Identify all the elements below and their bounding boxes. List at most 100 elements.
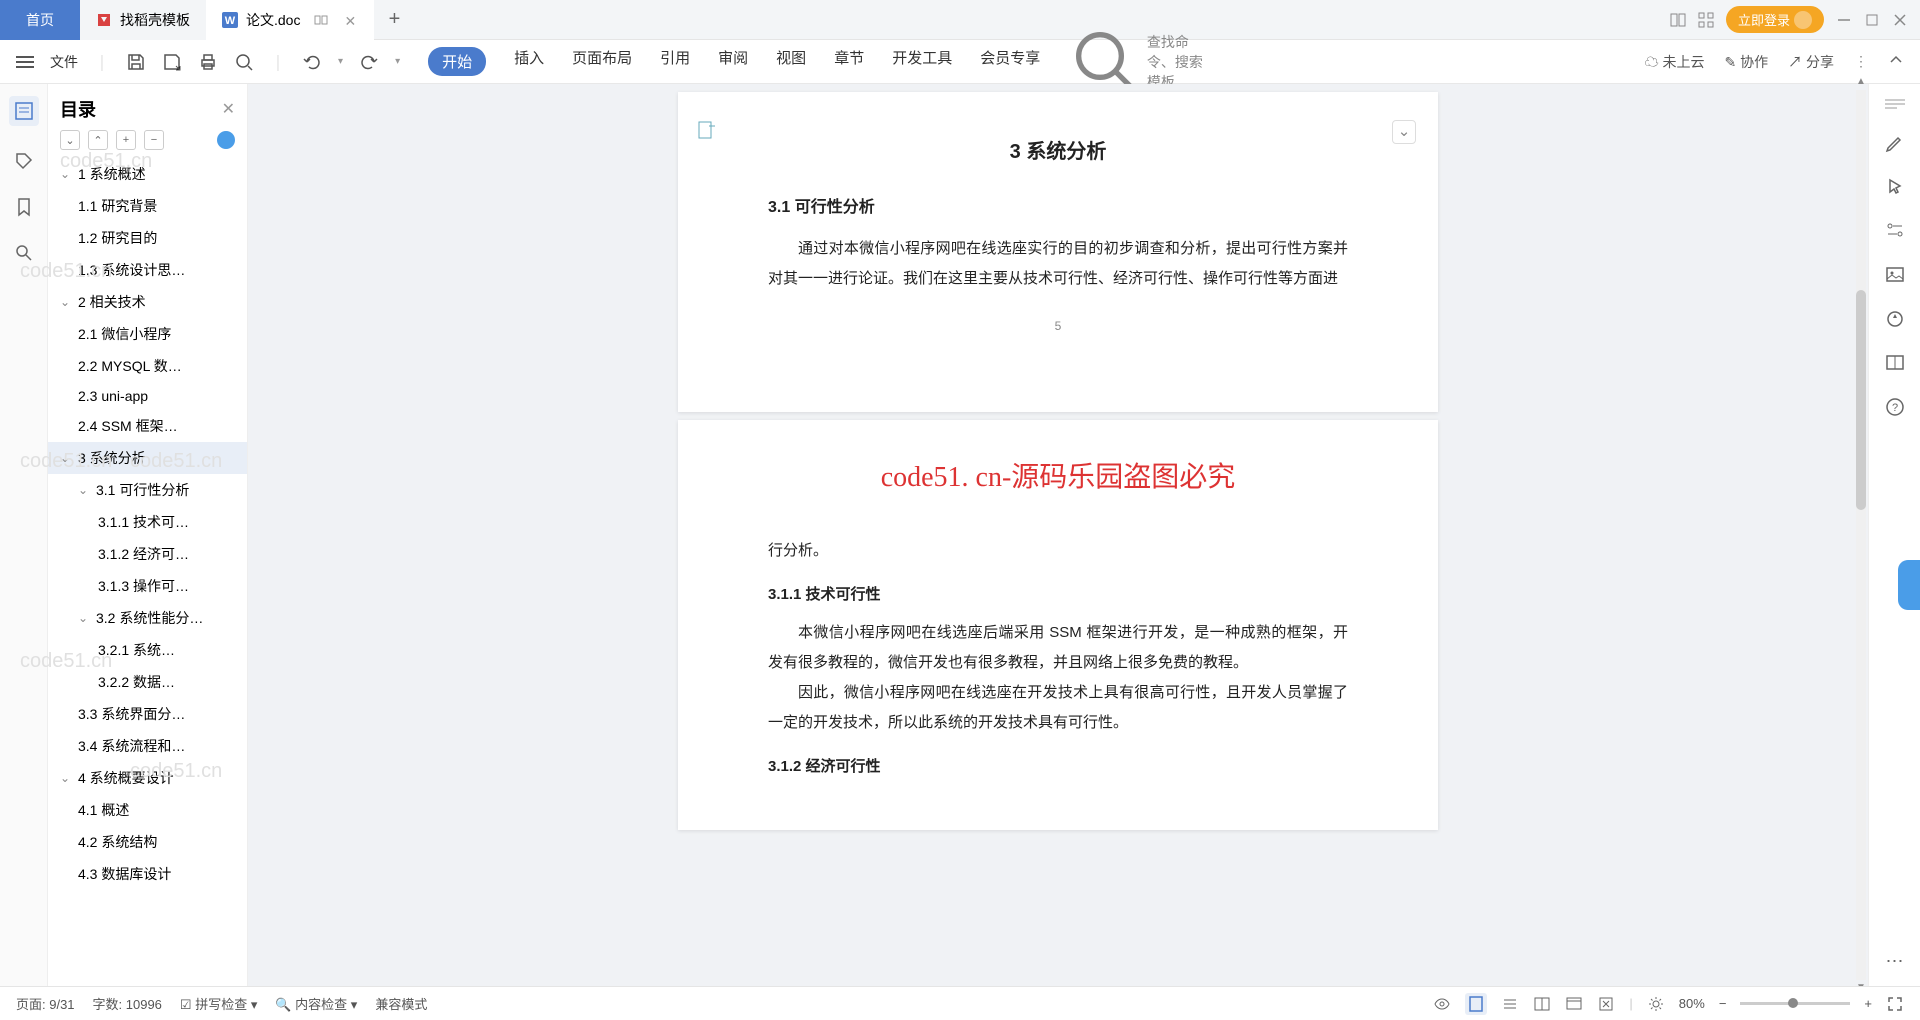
tab-template[interactable]: 找稻壳模板 xyxy=(80,0,206,40)
outline-item[interactable]: ⌄3.1 可行性分析 xyxy=(48,474,247,506)
scroll-up-icon[interactable]: ▲ xyxy=(1856,76,1866,88)
new-tab-button[interactable]: + xyxy=(374,8,414,31)
zoom-thumb[interactable] xyxy=(1788,998,1798,1008)
page[interactable]: code51. cn-源码乐园盗图必究 行分析。 3.1.1 技术可行性 本微信… xyxy=(678,420,1438,830)
maximize-icon[interactable] xyxy=(1864,12,1880,28)
ribbon-tab-member[interactable]: 会员专享 xyxy=(980,47,1040,76)
chevron-down-icon[interactable]: ⌄ xyxy=(78,483,90,497)
image-tool-icon[interactable] xyxy=(1884,264,1906,286)
window-close-icon[interactable] xyxy=(1892,12,1908,28)
scroll-track[interactable] xyxy=(1856,90,1866,980)
outline-item[interactable]: 2.1 微信小程序 xyxy=(48,318,247,350)
outline-item[interactable]: ⌄4 系统概要设计 xyxy=(48,762,247,794)
more-tools-icon[interactable]: ⋯ xyxy=(1886,951,1904,972)
tag-rail-icon[interactable] xyxy=(13,150,35,172)
ribbon-tab-insert[interactable]: 插入 xyxy=(514,47,544,76)
vertical-scrollbar[interactable]: ▲ ▼ xyxy=(1854,90,1866,980)
outline-item[interactable]: 3.4 系统流程和… xyxy=(48,730,247,762)
cloud-status[interactable]: ☁ 未上云 xyxy=(1645,52,1705,72)
cooperate-button[interactable]: ✎ 协作 xyxy=(1724,52,1768,72)
page-insert-icon[interactable] xyxy=(696,120,716,140)
scroll-thumb[interactable] xyxy=(1856,290,1866,510)
rail-collapse-icon[interactable] xyxy=(1883,96,1907,110)
cursor-icon[interactable] xyxy=(1884,176,1906,198)
ribbon-tab-reference[interactable]: 引用 xyxy=(660,47,690,76)
ribbon-tab-view[interactable]: 视图 xyxy=(776,47,806,76)
outline-item[interactable]: 3.1.2 经济可… xyxy=(48,538,247,570)
layout-icon[interactable] xyxy=(1670,12,1686,28)
spellcheck-toggle[interactable]: ☑ 拼写检查 ▾ xyxy=(180,994,257,1013)
redo-icon[interactable] xyxy=(359,52,379,72)
ribbon-tab-start[interactable]: 开始 xyxy=(428,47,486,76)
page-view-icon[interactable] xyxy=(1465,993,1487,1015)
bookmark-rail-icon[interactable] xyxy=(13,196,35,218)
search-rail-icon[interactable] xyxy=(13,242,35,264)
outline-item[interactable]: 4.3 数据库设计 xyxy=(48,858,247,890)
word-count[interactable]: 字数: 10996 xyxy=(93,994,162,1013)
outline-item[interactable]: 2.2 MYSQL 数… xyxy=(48,350,247,382)
ribbon-tab-section[interactable]: 章节 xyxy=(834,47,864,76)
outline-item[interactable]: 3.1.3 操作可… xyxy=(48,570,247,602)
page-menu-icon[interactable]: ⌄ xyxy=(1392,120,1416,144)
fullscreen-icon[interactable] xyxy=(1886,995,1904,1013)
tab-home[interactable]: 首页 xyxy=(0,0,80,40)
share-button[interactable]: ↗ 分享 xyxy=(1788,52,1834,72)
zoom-in-icon[interactable]: + xyxy=(1864,996,1872,1011)
outline-item[interactable]: 2.4 SSM 框架… xyxy=(48,410,247,442)
edit-tool-icon[interactable] xyxy=(1884,132,1906,154)
page[interactable]: ⌄ 3 系统分析 3.1 可行性分析 通过对本微信小程序网吧在线选座实行的目的初… xyxy=(678,92,1438,412)
tab-document[interactable]: W 论文.doc ✕ xyxy=(206,0,374,40)
expand-all-icon[interactable]: ⌃ xyxy=(88,130,108,150)
chevron-down-icon[interactable]: ⌄ xyxy=(60,451,72,465)
chevron-down-icon[interactable]: ⌄ xyxy=(78,611,90,625)
file-menu[interactable]: 文件 xyxy=(50,52,78,72)
outline-item[interactable]: 1.1 研究背景 xyxy=(48,190,247,222)
sync-badge-icon[interactable] xyxy=(217,131,235,149)
ribbon-tab-review[interactable]: 审阅 xyxy=(718,47,748,76)
shape-tool-icon[interactable] xyxy=(1884,308,1906,330)
undo-icon[interactable] xyxy=(302,52,322,72)
read-tool-icon[interactable] xyxy=(1884,352,1906,374)
reading-view-icon[interactable] xyxy=(1533,995,1551,1013)
zoom-value[interactable]: 80% xyxy=(1679,996,1705,1011)
outline-item[interactable]: ⌄3 系统分析 xyxy=(48,442,247,474)
outline-item[interactable]: 3.2.2 数据… xyxy=(48,666,247,698)
outline-item[interactable]: 3.2.1 系统… xyxy=(48,634,247,666)
outline-item[interactable]: ⌄3.2 系统性能分… xyxy=(48,602,247,634)
close-icon[interactable]: ✕ xyxy=(344,13,358,27)
add-level-icon[interactable]: + xyxy=(116,130,136,150)
outline-rail-icon[interactable] xyxy=(9,96,39,126)
zoom-slider[interactable] xyxy=(1740,1002,1850,1005)
ribbon-tab-devtools[interactable]: 开发工具 xyxy=(892,47,952,76)
chevron-down-icon[interactable]: ⌄ xyxy=(60,167,72,181)
collapse-all-icon[interactable]: ⌄ xyxy=(60,130,80,150)
save-icon[interactable] xyxy=(126,52,146,72)
outline-item[interactable]: ⌄1 系统概述 xyxy=(48,158,247,190)
minimize-icon[interactable] xyxy=(1836,12,1852,28)
ribbon-tab-layout[interactable]: 页面布局 xyxy=(572,47,632,76)
preview-icon[interactable] xyxy=(234,52,254,72)
outline-item[interactable]: ⌄2 相关技术 xyxy=(48,286,247,318)
chevron-down-icon[interactable]: ⌄ xyxy=(60,295,72,309)
outline-item[interactable]: 2.3 uni-app xyxy=(48,382,247,410)
outline-item[interactable]: 4.2 系统结构 xyxy=(48,826,247,858)
save-as-icon[interactable] xyxy=(162,52,182,72)
outline-close-icon[interactable]: ✕ xyxy=(222,99,235,119)
compat-mode[interactable]: 兼容模式 xyxy=(375,994,427,1013)
web-view-icon[interactable] xyxy=(1565,995,1583,1013)
zoom-out-icon[interactable]: − xyxy=(1719,996,1727,1011)
outline-item[interactable]: 1.2 研究目的 xyxy=(48,222,247,254)
page-indicator[interactable]: 页面: 9/31 xyxy=(16,994,75,1013)
outline-item[interactable]: 3.1.1 技术可… xyxy=(48,506,247,538)
login-button[interactable]: 立即登录 xyxy=(1726,6,1824,33)
content-check[interactable]: 🔍 内容检查 ▾ xyxy=(275,994,357,1013)
apps-icon[interactable] xyxy=(1698,12,1714,28)
outline-item[interactable]: 3.3 系统界面分… xyxy=(48,698,247,730)
print-icon[interactable] xyxy=(198,52,218,72)
help-icon[interactable]: ? xyxy=(1884,396,1906,418)
outline-item[interactable]: 4.1 概述 xyxy=(48,794,247,826)
dual-window-icon[interactable] xyxy=(314,13,328,27)
outline-view-icon[interactable] xyxy=(1501,995,1519,1013)
settings-gear-icon[interactable] xyxy=(1647,995,1665,1013)
document-area[interactable]: ⌄ 3 系统分析 3.1 可行性分析 通过对本微信小程序网吧在线选座实行的目的初… xyxy=(248,84,1868,986)
